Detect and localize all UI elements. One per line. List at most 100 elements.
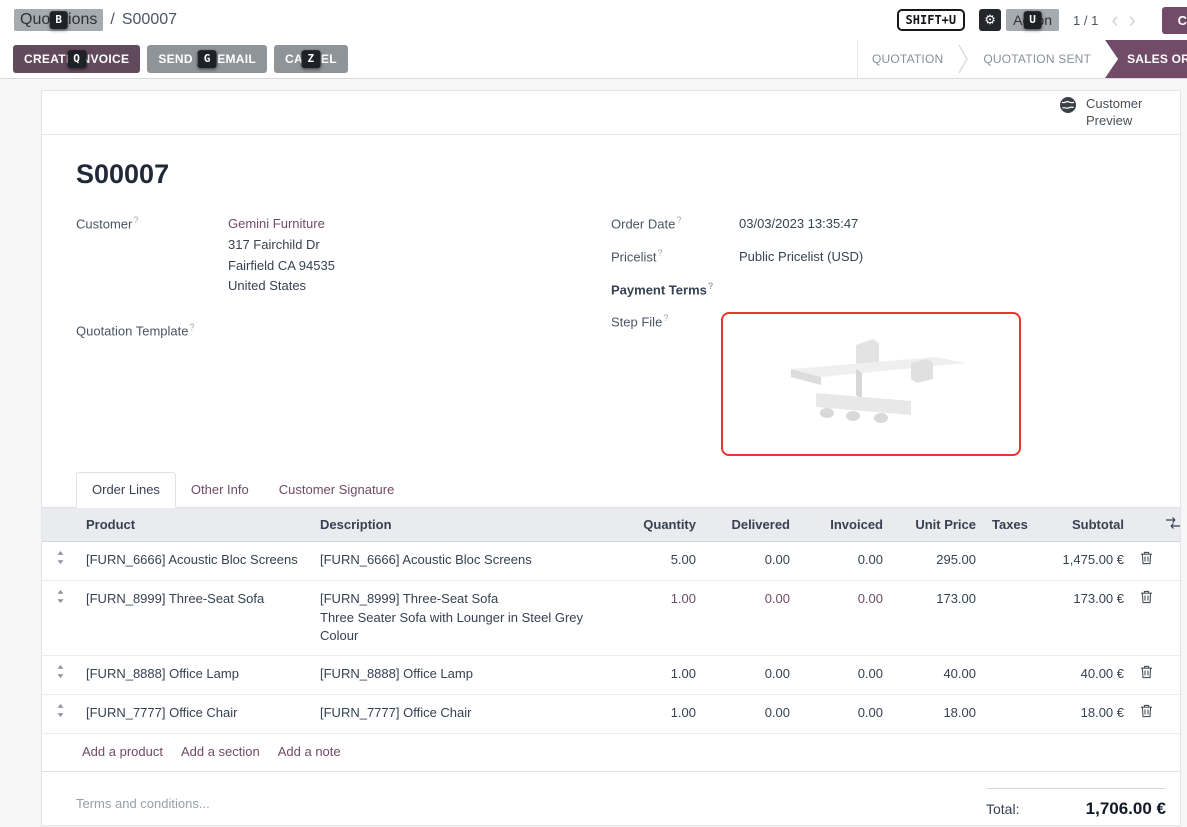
cell-taxes[interactable]	[984, 656, 1034, 695]
add-a-product-link[interactable]: Add a product	[82, 744, 163, 759]
breadcrumb-separator: /	[110, 11, 114, 29]
gear-icon[interactable]: ⚙	[979, 9, 1001, 31]
document-title: S00007	[76, 159, 1146, 190]
breadcrumb-current: S00007	[122, 11, 177, 29]
cell-quantity[interactable]: 5.00	[612, 541, 704, 580]
cell-invoiced[interactable]: 0.00	[798, 656, 891, 695]
pager-previous-button[interactable]: ‹	[1108, 9, 1121, 31]
tab-other-info[interactable]: Other Info	[176, 473, 264, 507]
trash-icon	[1140, 667, 1153, 682]
cell-taxes[interactable]	[984, 541, 1034, 580]
sheet-bottom: Terms and conditions... Total: 1,706.00 …	[42, 772, 1180, 819]
table-row: [FURN_8999] Three-Seat Sofa [FURN_8999] …	[42, 580, 1181, 656]
stage-quotation-sent[interactable]: QUOTATION SENT	[969, 40, 1105, 78]
delete-row-button[interactable]	[1132, 656, 1158, 695]
terms-and-conditions-input[interactable]: Terms and conditions...	[76, 788, 210, 819]
cancel-button[interactable]: CANCEL Z	[274, 45, 348, 73]
cell-description[interactable]: [FURN_8999] Three-Seat Sofa Three Seater…	[312, 580, 612, 656]
header-delivered[interactable]: Delivered	[704, 508, 798, 542]
send-by-email-button[interactable]: SEND BY EMAIL G	[147, 45, 267, 73]
step-file-image-widget[interactable]	[721, 312, 1021, 456]
cell-quantity[interactable]: 1.00	[612, 656, 704, 695]
create-button-clipped[interactable]: C	[1162, 7, 1187, 34]
cell-description[interactable]: [FURN_7777] Office Chair	[312, 695, 612, 734]
header-product[interactable]: Product	[78, 508, 312, 542]
customer-preview-link[interactable]: Customer Preview	[1059, 96, 1152, 129]
help-icon: ?	[190, 322, 195, 332]
row-drag-handle[interactable]	[42, 580, 78, 656]
cell-invoiced[interactable]: 0.00	[798, 541, 891, 580]
delete-row-button[interactable]	[1132, 580, 1158, 656]
header-taxes[interactable]: Taxes	[984, 508, 1034, 542]
cell-delivered[interactable]: 0.00	[704, 580, 798, 656]
pager-next-button[interactable]: ›	[1126, 9, 1139, 31]
cell-taxes[interactable]	[984, 580, 1034, 656]
optional-columns-icon[interactable]	[1158, 508, 1181, 542]
field-row-quotation-template: Quotation Template?	[76, 321, 611, 338]
customer-preview-label: Customer Preview	[1086, 96, 1152, 129]
header-quantity[interactable]: Quantity	[612, 508, 704, 542]
customer-name-link[interactable]: Gemini Furniture	[228, 214, 335, 235]
field-row-step-file: Step File?	[611, 312, 1146, 456]
row-drag-handle[interactable]	[42, 541, 78, 580]
header-subtotal[interactable]: Subtotal	[1034, 508, 1132, 542]
cell-unit-price[interactable]: 295.00	[891, 541, 984, 580]
tab-order-lines[interactable]: Order Lines	[76, 472, 176, 508]
help-icon: ?	[133, 215, 138, 225]
table-row: [FURN_8888] Office Lamp [FURN_8888] Offi…	[42, 656, 1181, 695]
cell-product[interactable]: [FURN_8999] Three-Seat Sofa	[78, 580, 312, 656]
header-invoiced[interactable]: Invoiced	[798, 508, 891, 542]
field-row-order-date: Order Date? 03/03/2023 13:35:47	[611, 214, 1146, 235]
total-summary: Total: 1,706.00 €	[986, 788, 1166, 819]
row-drag-handle[interactable]	[42, 695, 78, 734]
tab-customer-signature[interactable]: Customer Signature	[264, 473, 410, 507]
breadcrumb-quotations-link[interactable]: Quotations B	[14, 9, 103, 31]
cell-taxes[interactable]	[984, 695, 1034, 734]
cell-unit-price[interactable]: 173.00	[891, 580, 984, 656]
stage-quotation[interactable]: QUOTATION	[858, 40, 957, 78]
chevron-left-icon: ‹	[1111, 7, 1118, 32]
payment-terms-field-label: Payment Terms?	[611, 280, 739, 297]
content-area: Customer Preview S00007 Customer? Gemini…	[0, 79, 1187, 827]
cell-product[interactable]: [FURN_8888] Office Lamp	[78, 656, 312, 695]
delete-row-button[interactable]	[1132, 695, 1158, 734]
cell-description[interactable]: [FURN_8888] Office Lamp	[312, 656, 612, 695]
hotkey-badge-breadcrumb: B	[49, 11, 68, 29]
field-groups: Customer? Gemini Furniture 317 Fairchild…	[76, 214, 1146, 466]
cell-delivered[interactable]: 0.00	[704, 695, 798, 734]
cell-invoiced[interactable]: 0.00	[798, 695, 891, 734]
cell-product[interactable]: [FURN_6666] Acoustic Bloc Screens	[78, 541, 312, 580]
breadcrumb: Quotations B / S00007	[14, 9, 177, 31]
stage-separator-icon	[957, 40, 969, 78]
cell-quantity[interactable]: 1.00	[612, 580, 704, 656]
form-sheet: Customer Preview S00007 Customer? Gemini…	[41, 90, 1181, 826]
cell-product[interactable]: [FURN_7777] Office Chair	[78, 695, 312, 734]
field-row-payment-terms: Payment Terms?	[611, 280, 1146, 297]
total-label: Total:	[986, 801, 1019, 817]
action-menu[interactable]: ⚙ Action U	[979, 9, 1059, 31]
help-icon: ?	[663, 313, 668, 323]
sheet-header-strip: Customer Preview	[42, 91, 1180, 135]
pricelist-field-value[interactable]: Public Pricelist (USD)	[739, 247, 863, 268]
cell-description[interactable]: [FURN_6666] Acoustic Bloc Screens	[312, 541, 612, 580]
header-unit-price[interactable]: Unit Price	[891, 508, 984, 542]
row-drag-handle[interactable]	[42, 656, 78, 695]
cell-delivered[interactable]: 0.00	[704, 656, 798, 695]
add-a-section-link[interactable]: Add a section	[181, 744, 260, 759]
cell-unit-price[interactable]: 40.00	[891, 656, 984, 695]
header-description[interactable]: Description	[312, 508, 612, 542]
add-a-note-link[interactable]: Add a note	[278, 744, 341, 759]
cell-subtotal: 18.00 €	[1034, 695, 1132, 734]
cell-quantity[interactable]: 1.00	[612, 695, 704, 734]
delete-row-button[interactable]	[1132, 541, 1158, 580]
create-invoice-button[interactable]: CREATE INVOICE Q	[13, 45, 140, 73]
cell-delivered[interactable]: 0.00	[704, 541, 798, 580]
order-date-field-value[interactable]: 03/03/2023 13:35:47	[739, 214, 858, 235]
top-navigation-bar: Quotations B / S00007 SHIFT+U ⚙ Action U…	[0, 0, 1187, 40]
cell-invoiced[interactable]: 0.00	[798, 580, 891, 656]
stage-sales-order-active[interactable]: SALES ORDER	[1105, 40, 1187, 78]
globe-icon	[1059, 96, 1077, 117]
quotation-template-field-label: Quotation Template?	[76, 321, 228, 338]
action-menu-label[interactable]: Action U	[1006, 9, 1059, 31]
cell-unit-price[interactable]: 18.00	[891, 695, 984, 734]
